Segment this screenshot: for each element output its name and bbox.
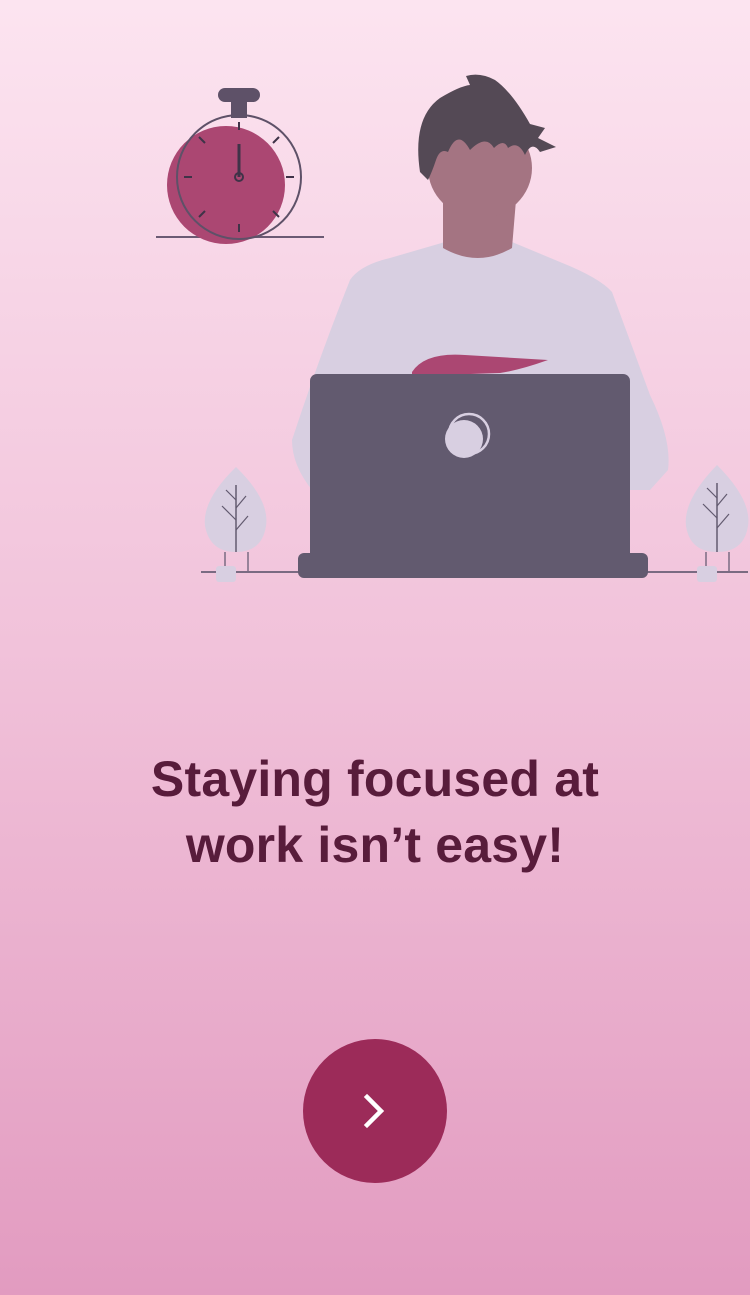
laptop: [298, 374, 648, 578]
next-button[interactable]: [303, 1039, 447, 1183]
onboarding-headline: Staying focused at work isn’t easy!: [0, 746, 750, 878]
headline-line-1: Staying focused at: [150, 751, 600, 807]
onboarding-illustration: [156, 74, 749, 582]
plant-right: [685, 465, 749, 582]
stopwatch-icon: [156, 88, 324, 244]
headline-line-2: work isn’t easy!: [185, 817, 565, 873]
chevron-right-icon: [363, 1093, 385, 1129]
plant-left: [204, 467, 267, 582]
